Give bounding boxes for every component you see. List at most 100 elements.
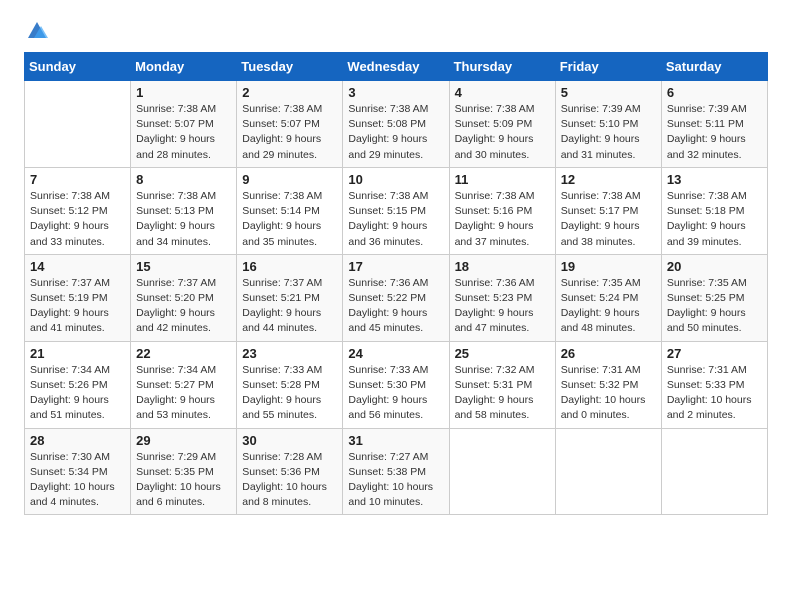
calendar-week-4: 21 Sunrise: 7:34 AM Sunset: 5:26 PM Dayli… <box>25 341 768 428</box>
calendar-cell: 27 Sunrise: 7:31 AM Sunset: 5:33 PM Dayli… <box>661 341 767 428</box>
calendar-week-3: 14 Sunrise: 7:37 AM Sunset: 5:19 PM Dayli… <box>25 254 768 341</box>
calendar-cell: 29 Sunrise: 7:29 AM Sunset: 5:35 PM Dayli… <box>131 428 237 515</box>
day-number: 15 <box>136 259 231 274</box>
day-info: Sunrise: 7:38 AM Sunset: 5:16 PM Dayligh… <box>455 189 550 250</box>
calendar-cell: 23 Sunrise: 7:33 AM Sunset: 5:28 PM Dayli… <box>237 341 343 428</box>
day-number: 29 <box>136 433 231 448</box>
calendar-week-5: 28 Sunrise: 7:30 AM Sunset: 5:34 PM Dayli… <box>25 428 768 515</box>
day-info: Sunrise: 7:38 AM Sunset: 5:09 PM Dayligh… <box>455 102 550 163</box>
calendar-cell: 6Sunrise: 7:39 AM Sunset: 5:11 PM Daylig… <box>661 81 767 168</box>
day-info: Sunrise: 7:37 AM Sunset: 5:19 PM Dayligh… <box>30 276 125 337</box>
calendar-cell: 10 Sunrise: 7:38 AM Sunset: 5:15 PM Dayli… <box>343 167 449 254</box>
calendar-cell: 14 Sunrise: 7:37 AM Sunset: 5:19 PM Dayli… <box>25 254 131 341</box>
day-info: Sunrise: 7:31 AM Sunset: 5:32 PM Dayligh… <box>561 363 656 424</box>
calendar-cell: 21 Sunrise: 7:34 AM Sunset: 5:26 PM Dayli… <box>25 341 131 428</box>
calendar-cell: 13 Sunrise: 7:38 AM Sunset: 5:18 PM Dayli… <box>661 167 767 254</box>
calendar-cell: 17 Sunrise: 7:36 AM Sunset: 5:22 PM Dayli… <box>343 254 449 341</box>
calendar-cell: 25 Sunrise: 7:32 AM Sunset: 5:31 PM Dayli… <box>449 341 555 428</box>
column-header-thursday: Thursday <box>449 53 555 81</box>
day-info: Sunrise: 7:37 AM Sunset: 5:20 PM Dayligh… <box>136 276 231 337</box>
calendar-cell: 18 Sunrise: 7:36 AM Sunset: 5:23 PM Dayli… <box>449 254 555 341</box>
day-number: 10 <box>348 172 443 187</box>
calendar-cell: 19 Sunrise: 7:35 AM Sunset: 5:24 PM Dayli… <box>555 254 661 341</box>
calendar-cell: 20 Sunrise: 7:35 AM Sunset: 5:25 PM Dayli… <box>661 254 767 341</box>
calendar-cell: 7 Sunrise: 7:38 AM Sunset: 5:12 PM Daylig… <box>25 167 131 254</box>
day-info: Sunrise: 7:34 AM Sunset: 5:26 PM Dayligh… <box>30 363 125 424</box>
day-info: Sunrise: 7:33 AM Sunset: 5:28 PM Dayligh… <box>242 363 337 424</box>
day-number: 18 <box>455 259 550 274</box>
day-number: 21 <box>30 346 125 361</box>
day-number: 13 <box>667 172 762 187</box>
calendar-cell: 11 Sunrise: 7:38 AM Sunset: 5:16 PM Dayli… <box>449 167 555 254</box>
day-info: Sunrise: 7:29 AM Sunset: 5:35 PM Dayligh… <box>136 450 231 511</box>
calendar-cell <box>25 81 131 168</box>
calendar-week-1: 1 Sunrise: 7:38 AM Sunset: 5:07 PM Daylig… <box>25 81 768 168</box>
calendar-cell: 8Sunrise: 7:38 AM Sunset: 5:13 PM Daylig… <box>131 167 237 254</box>
day-info: Sunrise: 7:33 AM Sunset: 5:30 PM Dayligh… <box>348 363 443 424</box>
column-header-monday: Monday <box>131 53 237 81</box>
column-header-sunday: Sunday <box>25 53 131 81</box>
day-number: 16 <box>242 259 337 274</box>
day-info: Sunrise: 7:38 AM Sunset: 5:13 PM Dayligh… <box>136 189 231 250</box>
logo-icon <box>26 20 48 42</box>
day-info: Sunrise: 7:38 AM Sunset: 5:18 PM Dayligh… <box>667 189 762 250</box>
day-info: Sunrise: 7:28 AM Sunset: 5:36 PM Dayligh… <box>242 450 337 511</box>
day-number: 17 <box>348 259 443 274</box>
logo <box>24 20 48 42</box>
day-number: 25 <box>455 346 550 361</box>
day-info: Sunrise: 7:38 AM Sunset: 5:07 PM Dayligh… <box>242 102 337 163</box>
day-info: Sunrise: 7:27 AM Sunset: 5:38 PM Dayligh… <box>348 450 443 511</box>
day-number: 1 <box>136 85 231 100</box>
calendar-cell: 4 Sunrise: 7:38 AM Sunset: 5:09 PM Daylig… <box>449 81 555 168</box>
day-number: 14 <box>30 259 125 274</box>
calendar-cell: 1 Sunrise: 7:38 AM Sunset: 5:07 PM Daylig… <box>131 81 237 168</box>
calendar-cell: 3 Sunrise: 7:38 AM Sunset: 5:08 PM Daylig… <box>343 81 449 168</box>
day-number: 23 <box>242 346 337 361</box>
day-info: Sunrise: 7:38 AM Sunset: 5:12 PM Dayligh… <box>30 189 125 250</box>
day-info: Sunrise: 7:38 AM Sunset: 5:17 PM Dayligh… <box>561 189 656 250</box>
day-number: 30 <box>242 433 337 448</box>
calendar-cell: 28 Sunrise: 7:30 AM Sunset: 5:34 PM Dayli… <box>25 428 131 515</box>
day-number: 4 <box>455 85 550 100</box>
calendar-cell: 31Sunrise: 7:27 AM Sunset: 5:38 PM Dayli… <box>343 428 449 515</box>
day-info: Sunrise: 7:35 AM Sunset: 5:24 PM Dayligh… <box>561 276 656 337</box>
day-number: 7 <box>30 172 125 187</box>
day-number: 19 <box>561 259 656 274</box>
calendar-cell: 15 Sunrise: 7:37 AM Sunset: 5:20 PM Dayli… <box>131 254 237 341</box>
day-info: Sunrise: 7:30 AM Sunset: 5:34 PM Dayligh… <box>30 450 125 511</box>
calendar-cell: 22Sunrise: 7:34 AM Sunset: 5:27 PM Dayli… <box>131 341 237 428</box>
day-number: 20 <box>667 259 762 274</box>
day-number: 2 <box>242 85 337 100</box>
day-info: Sunrise: 7:38 AM Sunset: 5:15 PM Dayligh… <box>348 189 443 250</box>
day-number: 9 <box>242 172 337 187</box>
day-info: Sunrise: 7:31 AM Sunset: 5:33 PM Dayligh… <box>667 363 762 424</box>
calendar-cell: 12 Sunrise: 7:38 AM Sunset: 5:17 PM Dayli… <box>555 167 661 254</box>
calendar-cell <box>449 428 555 515</box>
day-number: 12 <box>561 172 656 187</box>
day-number: 5 <box>561 85 656 100</box>
calendar-cell: 2 Sunrise: 7:38 AM Sunset: 5:07 PM Daylig… <box>237 81 343 168</box>
day-info: Sunrise: 7:38 AM Sunset: 5:08 PM Dayligh… <box>348 102 443 163</box>
calendar-cell <box>661 428 767 515</box>
day-info: Sunrise: 7:36 AM Sunset: 5:23 PM Dayligh… <box>455 276 550 337</box>
calendar-cell: 26Sunrise: 7:31 AM Sunset: 5:32 PM Dayli… <box>555 341 661 428</box>
day-number: 27 <box>667 346 762 361</box>
day-number: 3 <box>348 85 443 100</box>
day-info: Sunrise: 7:35 AM Sunset: 5:25 PM Dayligh… <box>667 276 762 337</box>
column-header-saturday: Saturday <box>661 53 767 81</box>
day-info: Sunrise: 7:38 AM Sunset: 5:07 PM Dayligh… <box>136 102 231 163</box>
day-info: Sunrise: 7:36 AM Sunset: 5:22 PM Dayligh… <box>348 276 443 337</box>
day-number: 11 <box>455 172 550 187</box>
header-row: SundayMondayTuesdayWednesdayThursdayFrid… <box>25 53 768 81</box>
day-number: 28 <box>30 433 125 448</box>
calendar-cell: 5Sunrise: 7:39 AM Sunset: 5:10 PM Daylig… <box>555 81 661 168</box>
calendar-cell <box>555 428 661 515</box>
day-number: 22 <box>136 346 231 361</box>
column-header-tuesday: Tuesday <box>237 53 343 81</box>
calendar-week-2: 7 Sunrise: 7:38 AM Sunset: 5:12 PM Daylig… <box>25 167 768 254</box>
column-header-wednesday: Wednesday <box>343 53 449 81</box>
day-info: Sunrise: 7:38 AM Sunset: 5:14 PM Dayligh… <box>242 189 337 250</box>
column-header-friday: Friday <box>555 53 661 81</box>
calendar-cell: 24Sunrise: 7:33 AM Sunset: 5:30 PM Dayli… <box>343 341 449 428</box>
day-info: Sunrise: 7:32 AM Sunset: 5:31 PM Dayligh… <box>455 363 550 424</box>
